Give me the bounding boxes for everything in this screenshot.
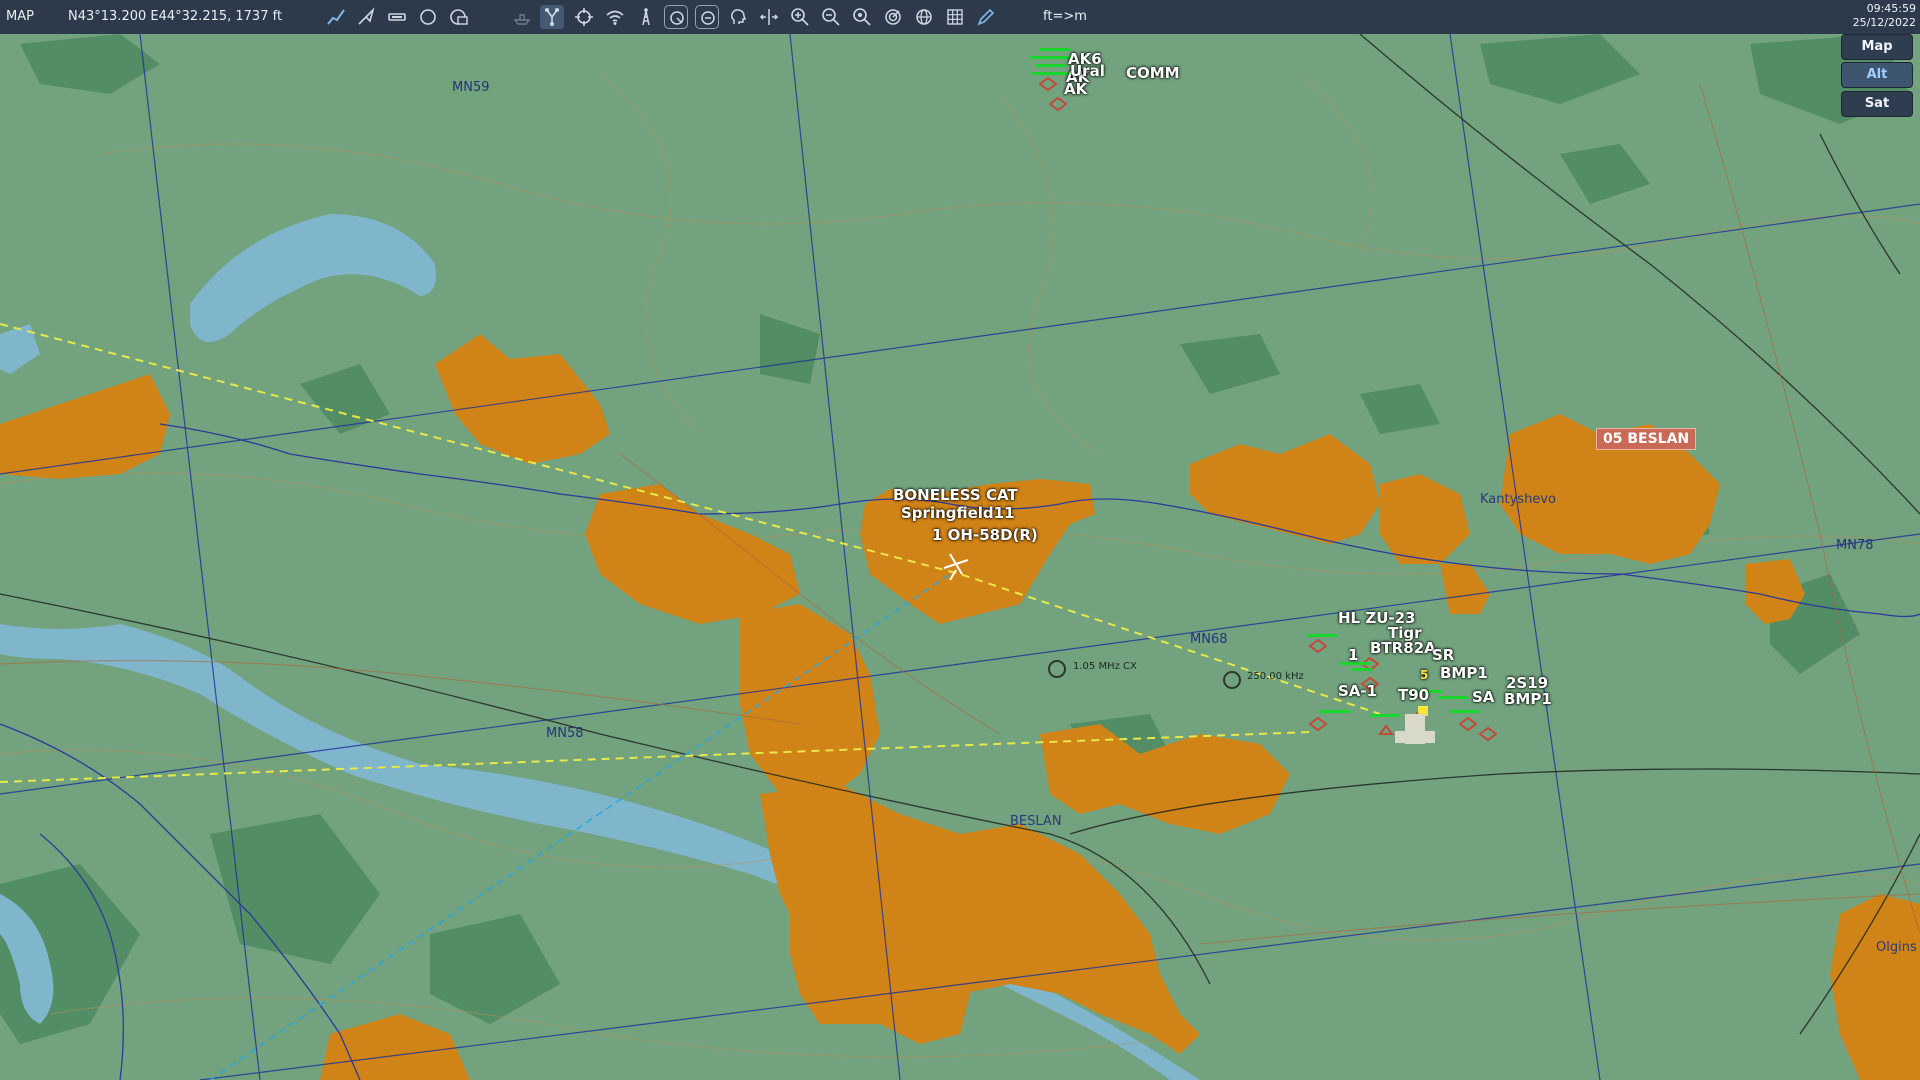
head-icon[interactable] [726,5,750,29]
east-unit-label-12[interactable]: 5 [1420,668,1428,682]
frequency-label-2: 250.00 kHz [1247,671,1304,682]
radar-icon[interactable] [881,5,905,29]
clock: 09:45:59 25/12/2022 [1853,2,1916,30]
target-ring-2-icon[interactable] [695,5,719,29]
zoom-fit-icon[interactable] [850,5,874,29]
units-toggle[interactable]: ft=>m [1043,0,1087,34]
grid-label-mn68: MN68 [1190,632,1228,647]
wifi-icon[interactable] [603,5,627,29]
north-unit-label-5[interactable]: AK [1064,80,1087,98]
airfield-badge-beslan[interactable]: 05 BESLAN [1596,428,1697,450]
zoom-in-icon[interactable] [788,5,812,29]
layer-map-button[interactable]: Map [1842,35,1912,59]
globe-icon[interactable] [912,5,936,29]
east-unit-label-11[interactable]: BMP1 [1504,690,1552,708]
branch-icon[interactable] [540,5,564,29]
frequency-label-1: 1.05 MHz CX [1073,661,1137,672]
waypoint-arrow-icon[interactable] [354,5,378,29]
message-layers-icon[interactable] [447,5,471,29]
east-unit-label-4[interactable]: 1 [1348,646,1358,664]
player-callsign-label[interactable]: Springfield11 [901,504,1015,522]
grid-label-mn78: MN78 [1836,538,1874,553]
town-label-olgins: Olgins [1876,940,1917,955]
east-unit-label-9[interactable]: SA-1 [1338,682,1377,700]
split-arrows-icon[interactable] [757,5,781,29]
clock-time: 09:45:59 [1866,2,1916,15]
town-label-beslan: BESLAN [1010,814,1062,829]
map-terrain [0,34,1920,1080]
grid-label-mn59: MN59 [452,80,490,95]
pencil-icon[interactable] [974,5,998,29]
east-unit-label-3[interactable]: BTR82A [1370,639,1436,657]
east-unit-label-6[interactable]: BMP1 [1440,664,1488,682]
target-ring-icon[interactable] [664,5,688,29]
map-canvas[interactable]: MN59 MN68 MN58 MN78 Kantyshevo BESLAN Ol… [0,34,1920,1080]
player-aircraft-label[interactable]: 1 OH-58D(R) [932,526,1038,544]
player-group-label[interactable]: BONELESS CAT [893,486,1018,504]
zoom-out-icon[interactable] [819,5,843,29]
ruler-icon[interactable] [385,5,409,29]
route-icon[interactable] [324,5,348,29]
ship-icon[interactable] [510,5,534,29]
north-unit-label-3[interactable]: Ural [1070,62,1105,80]
tower-icon[interactable] [634,5,658,29]
grid-icon[interactable] [943,5,967,29]
layer-alt-button[interactable]: Alt [1842,63,1912,87]
clock-date: 25/12/2022 [1852,16,1916,29]
layer-sat-button[interactable]: Sat [1842,92,1912,116]
town-label-kantyshevo: Kantyshevo [1480,492,1556,507]
mode-label: MAP [6,9,34,24]
east-unit-label-10[interactable]: SA [1472,688,1494,706]
north-unit-label-4[interactable]: COMM [1126,64,1180,82]
east-unit-label-5[interactable]: SR [1432,646,1454,664]
cursor-coordinates: N43°13.200 E44°32.215, 1737 ft [68,9,283,24]
east-unit-label-8[interactable]: T90 [1398,686,1429,704]
crosshair-icon[interactable] [572,5,596,29]
top-toolbar: MAP N43°13.200 E44°32.215, 1737 ft ft=>m… [0,0,1920,35]
grid-label-mn58: MN58 [546,726,584,741]
circle-tool-icon[interactable] [416,5,440,29]
